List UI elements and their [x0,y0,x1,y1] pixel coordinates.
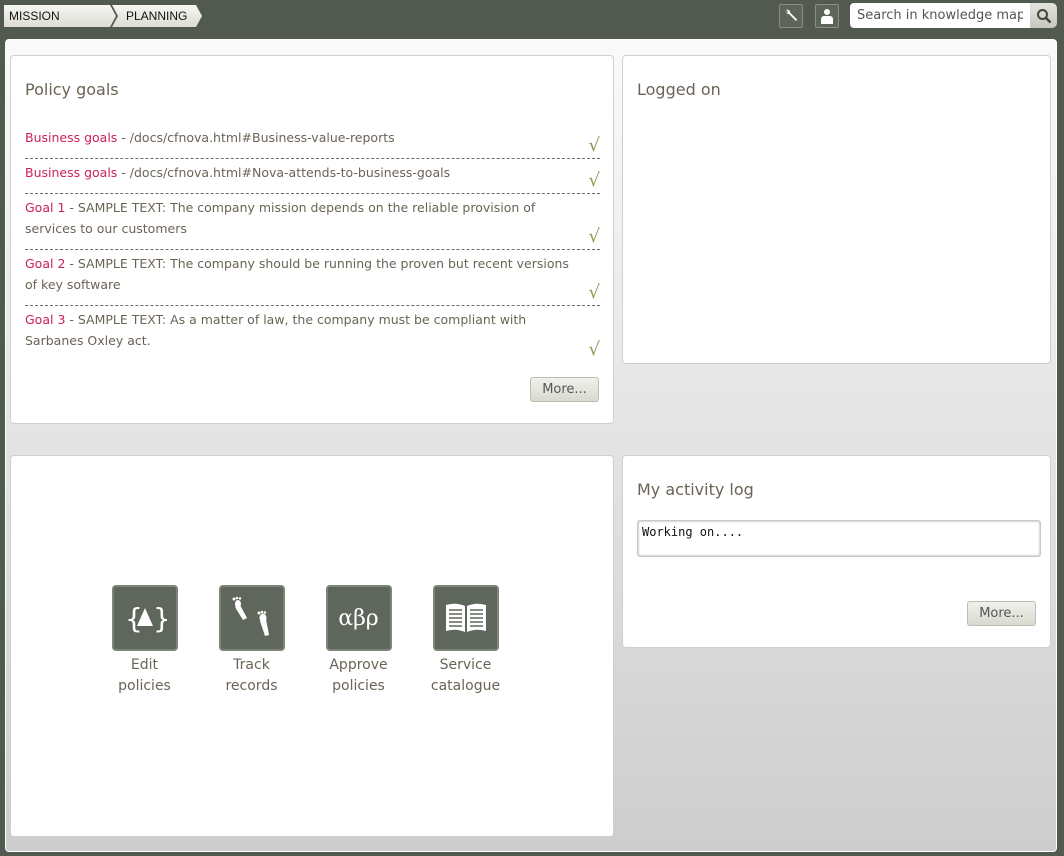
search-button[interactable] [1030,3,1057,28]
top-bar: MISSION PORTAL PLANNING [0,0,1064,38]
app-label: Service catalogue [430,657,501,694]
svg-text:}: } [153,602,167,635]
goal-tag[interactable]: Goal 1 [25,200,65,215]
goal-list: Business goals - /docs/cfnova.html#Busin… [25,124,600,362]
app-launcher: { } Editpolicies T [91,585,519,697]
app-track-records[interactable]: Track records [198,585,305,697]
activity-log-input[interactable]: Working on.... [637,520,1041,557]
panel-title: Policy goals [25,80,119,99]
goal-text: - SAMPLE TEXT: The company mission depen… [25,200,536,236]
goal-text: - SAMPLE TEXT: As a matter of law, the c… [25,312,527,348]
braces-triangle-icon[interactable]: { } [111,585,178,651]
user-button[interactable] [815,4,839,28]
svg-text:{: { [125,602,143,635]
settings-button[interactable] [779,4,803,28]
list-item: Goal 2 - SAMPLE TEXT: The company should… [25,250,600,306]
check-icon: √ [588,339,600,360]
check-icon: √ [588,226,600,247]
policy-goals-more-button[interactable]: More... [530,377,599,402]
greek-letters-icon[interactable]: αβρ [325,585,392,651]
magnifier-icon [1036,8,1051,23]
open-book-icon[interactable] [432,585,499,651]
list-item: Business goals - /docs/cfnova.html#Nova-… [25,159,600,194]
list-item: Goal 3 - SAMPLE TEXT: As a matter of law… [25,306,600,362]
goal-tag[interactable]: Business goals [25,165,117,180]
app-label: Approve policies [329,657,388,694]
goal-text: - /docs/cfnova.html#Nova-attends-to-busi… [117,165,451,180]
app-edit-policies[interactable]: { } Editpolicies [91,585,198,697]
list-item: Business goals - /docs/cfnova.html#Busin… [25,124,600,159]
goal-text: - /docs/cfnova.html#Business-value-repor… [117,130,395,145]
breadcrumb-planning[interactable]: PLANNING [112,5,202,27]
goal-tag[interactable]: Business goals [25,130,117,145]
check-icon: √ [588,170,600,191]
goal-text: - SAMPLE TEXT: The company should be run… [25,256,569,292]
panel-title: My activity log [637,480,754,499]
check-icon: √ [588,135,600,156]
footprints-icon[interactable] [218,585,285,651]
app-label: Track records [225,657,278,694]
apps-panel: { } Editpolicies T [10,455,614,837]
breadcrumb-mission-portal[interactable]: MISSION PORTAL [4,5,116,27]
logged-on-panel: Logged on [622,55,1051,364]
policy-goals-panel: Policy goals Business goals - /docs/cfno… [10,55,614,424]
goal-tag[interactable]: Goal 3 [25,312,65,327]
check-icon: √ [588,282,600,303]
user-icon [821,9,833,24]
app-label: Edit policies [118,657,171,694]
breadcrumb: MISSION PORTAL PLANNING [4,5,202,27]
app-service-catalogue[interactable]: Service catalogue [412,585,519,697]
wrench-icon [785,9,798,21]
app-approve-policies[interactable]: αβρ Approve policies [305,585,412,697]
activity-log-panel: My activity log Working on.... More... [622,455,1051,648]
list-item: Goal 1 - SAMPLE TEXT: The company missio… [25,194,600,250]
goal-tag[interactable]: Goal 2 [25,256,65,271]
activity-log-more-button[interactable]: More... [967,601,1036,626]
panel-title: Logged on [637,80,721,99]
search-input[interactable] [850,3,1030,28]
